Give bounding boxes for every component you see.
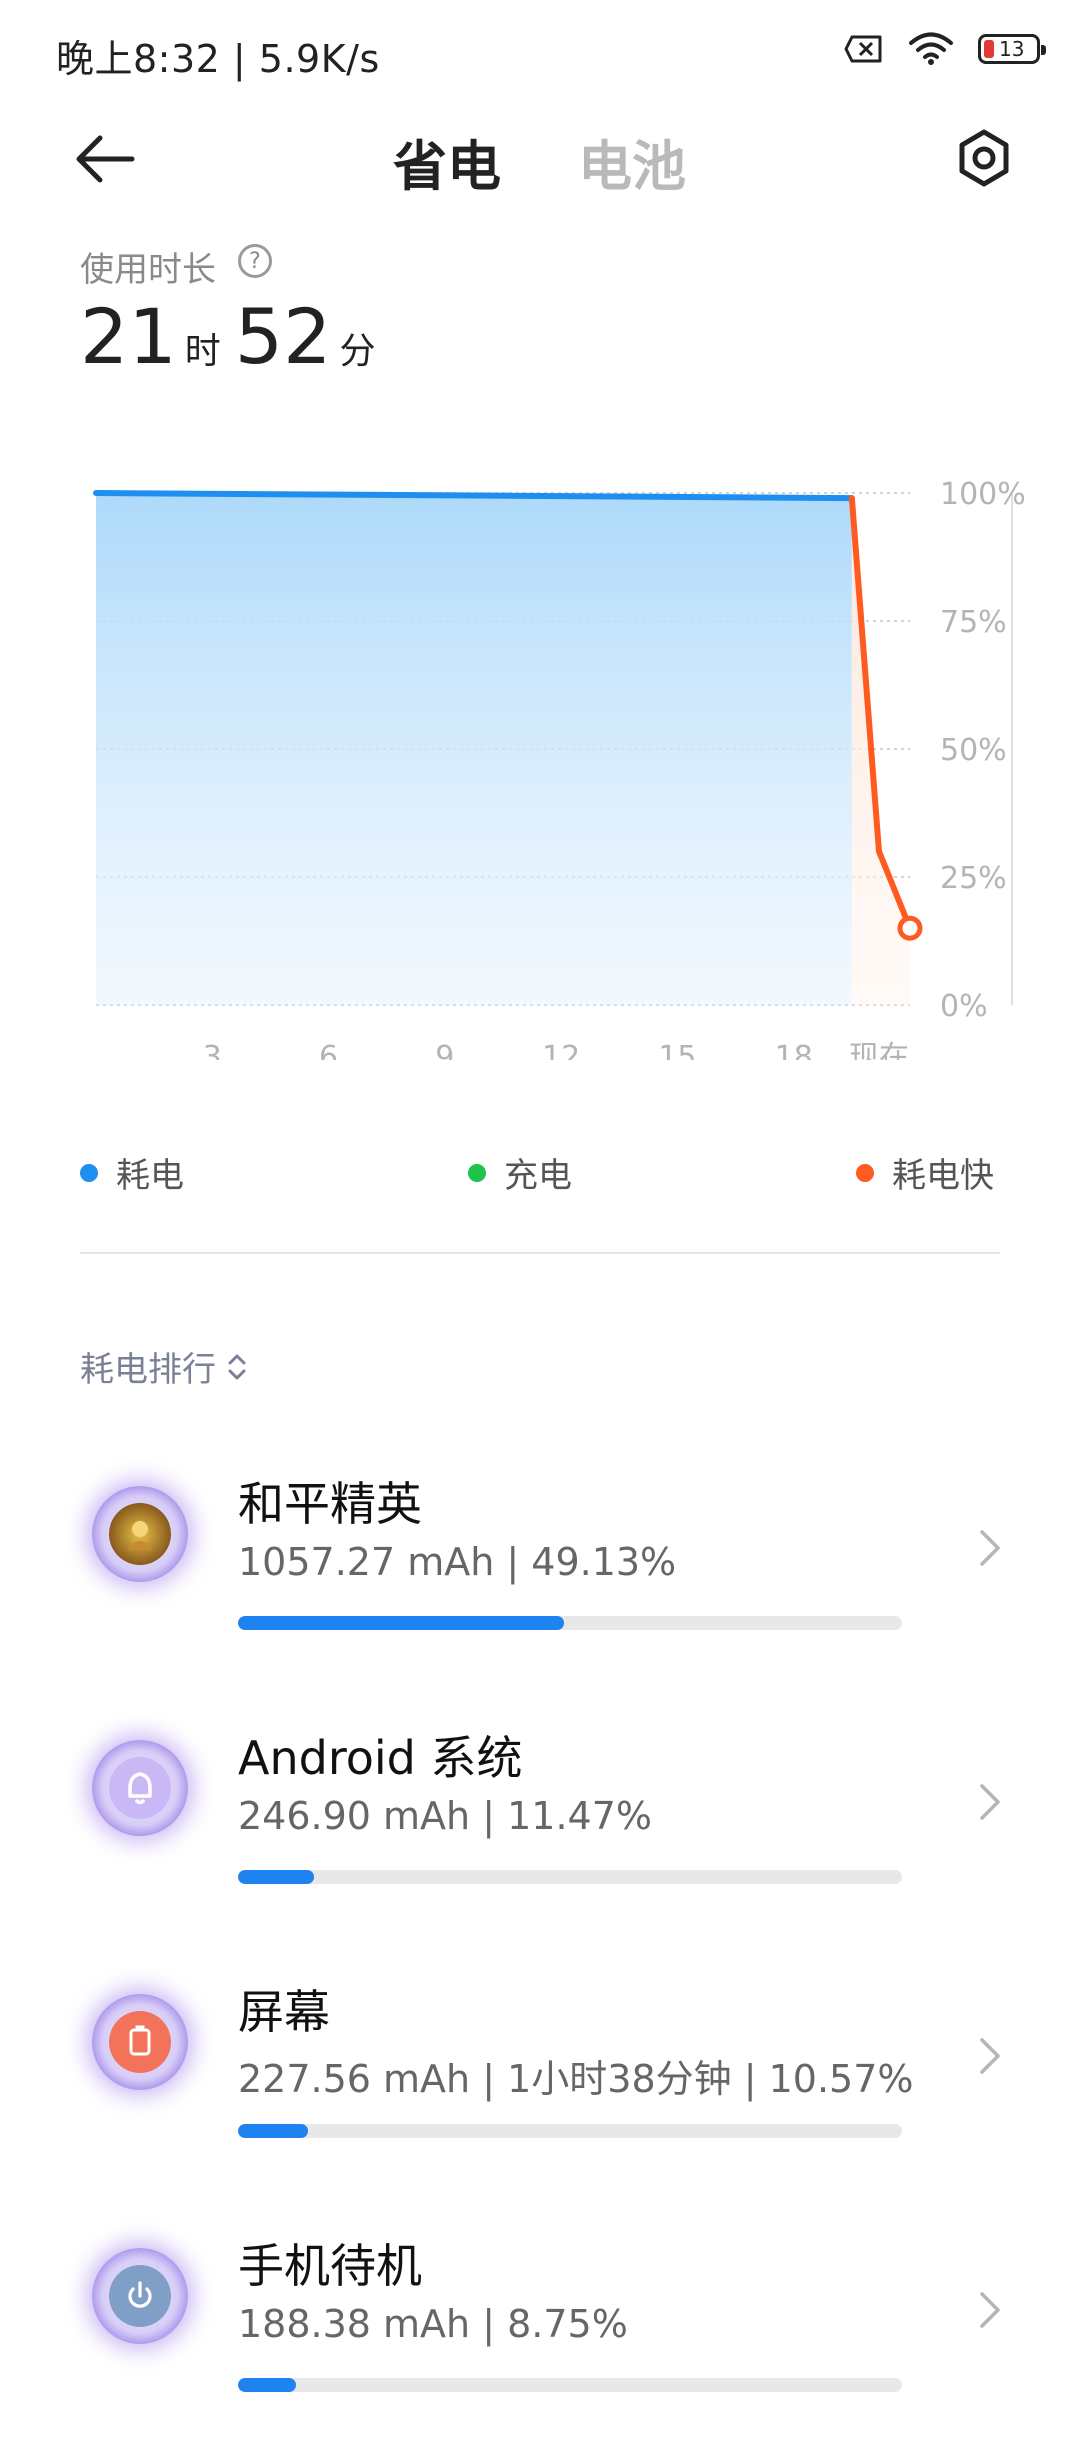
usage-progress-bar bbox=[238, 2124, 309, 2138]
usage-progress-track bbox=[238, 2378, 902, 2392]
app-usage-stat: 246.90 mAh | 11.47% bbox=[238, 1794, 652, 1838]
usage-duration-value: 21 时 52 分 bbox=[80, 292, 389, 381]
legend-dot-consume bbox=[80, 1163, 98, 1182]
usage-progress-track bbox=[238, 1616, 902, 1630]
list-item-android-system[interactable]: Android 系统 246.90 mAh | 11.47% bbox=[0, 1702, 1080, 1932]
app-usage-stat: 1057.27 mAh | 49.13% bbox=[238, 1540, 677, 1584]
chevron-right-icon bbox=[980, 2038, 1000, 2074]
usage-progress-bar bbox=[238, 2378, 297, 2392]
sort-updown-icon bbox=[228, 1354, 246, 1379]
help-icon[interactable]: ? bbox=[238, 244, 272, 278]
usage-progress-track bbox=[238, 1870, 902, 1884]
y-tick-label: 75% bbox=[940, 605, 1007, 640]
usage-minutes-unit: 分 bbox=[339, 331, 376, 372]
x-tick-label: 9 bbox=[435, 1040, 454, 1060]
legend-label-charge: 充电 bbox=[504, 1156, 572, 1196]
usage-progress-track bbox=[238, 2124, 902, 2138]
ranking-label: 耗电排行 bbox=[80, 1350, 216, 1390]
divider bbox=[80, 1252, 1000, 1254]
legend-label-fast-drain: 耗电快 bbox=[892, 1156, 994, 1196]
legend-item-consume: 耗电 bbox=[80, 1148, 184, 1197]
chevron-right-icon bbox=[980, 2292, 1000, 2328]
list-item-standby[interactable]: 手机待机 188.38 mAh | 8.75% bbox=[0, 2210, 1080, 2440]
app-name: Android 系统 bbox=[238, 1731, 523, 1785]
y-tick-label: 0% bbox=[940, 989, 988, 1024]
x-tick-label: 3 bbox=[203, 1040, 222, 1060]
status-time-speed: 晚上8:32 | 5.9K/s bbox=[56, 37, 380, 81]
usage-duration-label: 使用时长 bbox=[80, 250, 216, 290]
power-icon bbox=[92, 2248, 188, 2344]
y-tick-label: 25% bbox=[940, 861, 1007, 896]
app-name: 手机待机 bbox=[238, 2239, 422, 2293]
back-arrow-icon[interactable] bbox=[70, 124, 140, 194]
y-tick-label: 50% bbox=[940, 733, 1007, 768]
tab-battery[interactable]: 电池 bbox=[578, 122, 686, 201]
list-item-screen[interactable]: 屏幕 227.56 mAh | 1小时38分钟 | 10.57% bbox=[0, 1956, 1080, 2186]
chevron-right-icon bbox=[980, 1784, 1000, 1820]
legend-dot-fast-drain bbox=[856, 1163, 874, 1182]
screen-icon bbox=[92, 1994, 188, 2090]
x-tick-label: 现在 bbox=[849, 1040, 909, 1060]
wifi-icon bbox=[909, 32, 953, 65]
y-tick-label: 100% bbox=[940, 477, 1026, 512]
chevron-right-icon bbox=[980, 1530, 1000, 1566]
x-tick-label: 6 bbox=[319, 1040, 338, 1060]
x-tick-label: 12 bbox=[542, 1040, 580, 1060]
usage-hours-unit: 时 bbox=[184, 331, 221, 372]
battery-level-chart: 100% 75% 50% 25% 0% 3 6 9 12 15 18 现在 bbox=[93, 477, 1026, 1060]
settings-gear-icon[interactable] bbox=[954, 128, 1014, 188]
game-icon bbox=[92, 1486, 188, 1582]
legend-item-charge: 充电 bbox=[468, 1148, 572, 1197]
series-area-consume bbox=[96, 493, 852, 1005]
current-level-point bbox=[897, 915, 923, 941]
usage-minutes: 52 bbox=[234, 292, 332, 381]
ranking-sort-toggle[interactable]: 耗电排行 bbox=[80, 1342, 248, 1391]
app-usage-stat: 227.56 mAh | 1小时38分钟 | 10.57% bbox=[238, 2057, 914, 2101]
sim-error-icon bbox=[844, 35, 882, 63]
app-name: 和平精英 bbox=[238, 1477, 422, 1531]
legend-dot-charge bbox=[468, 1163, 486, 1182]
tab-power-saving[interactable]: 省电 bbox=[393, 122, 501, 201]
usage-hours: 21 bbox=[80, 292, 177, 381]
app-usage-stat: 188.38 mAh | 8.75% bbox=[238, 2302, 628, 2346]
list-item-heping[interactable]: 和平精英 1057.27 mAh | 49.13% bbox=[0, 1448, 1080, 1678]
usage-progress-bar bbox=[238, 1616, 565, 1630]
usage-progress-bar bbox=[238, 1870, 315, 1884]
battery-icon: 13 bbox=[978, 34, 1046, 64]
bell-icon bbox=[92, 1740, 188, 1836]
battery-level: 13 bbox=[999, 37, 1025, 61]
app-name: 屏幕 bbox=[238, 1985, 330, 2039]
x-tick-label: 18 bbox=[775, 1040, 813, 1060]
status-icons: 13 bbox=[844, 32, 1046, 66]
x-tick-label: 15 bbox=[658, 1040, 696, 1060]
legend-item-fast-drain: 耗电快 bbox=[856, 1148, 994, 1197]
legend-label-consume: 耗电 bbox=[116, 1156, 184, 1196]
